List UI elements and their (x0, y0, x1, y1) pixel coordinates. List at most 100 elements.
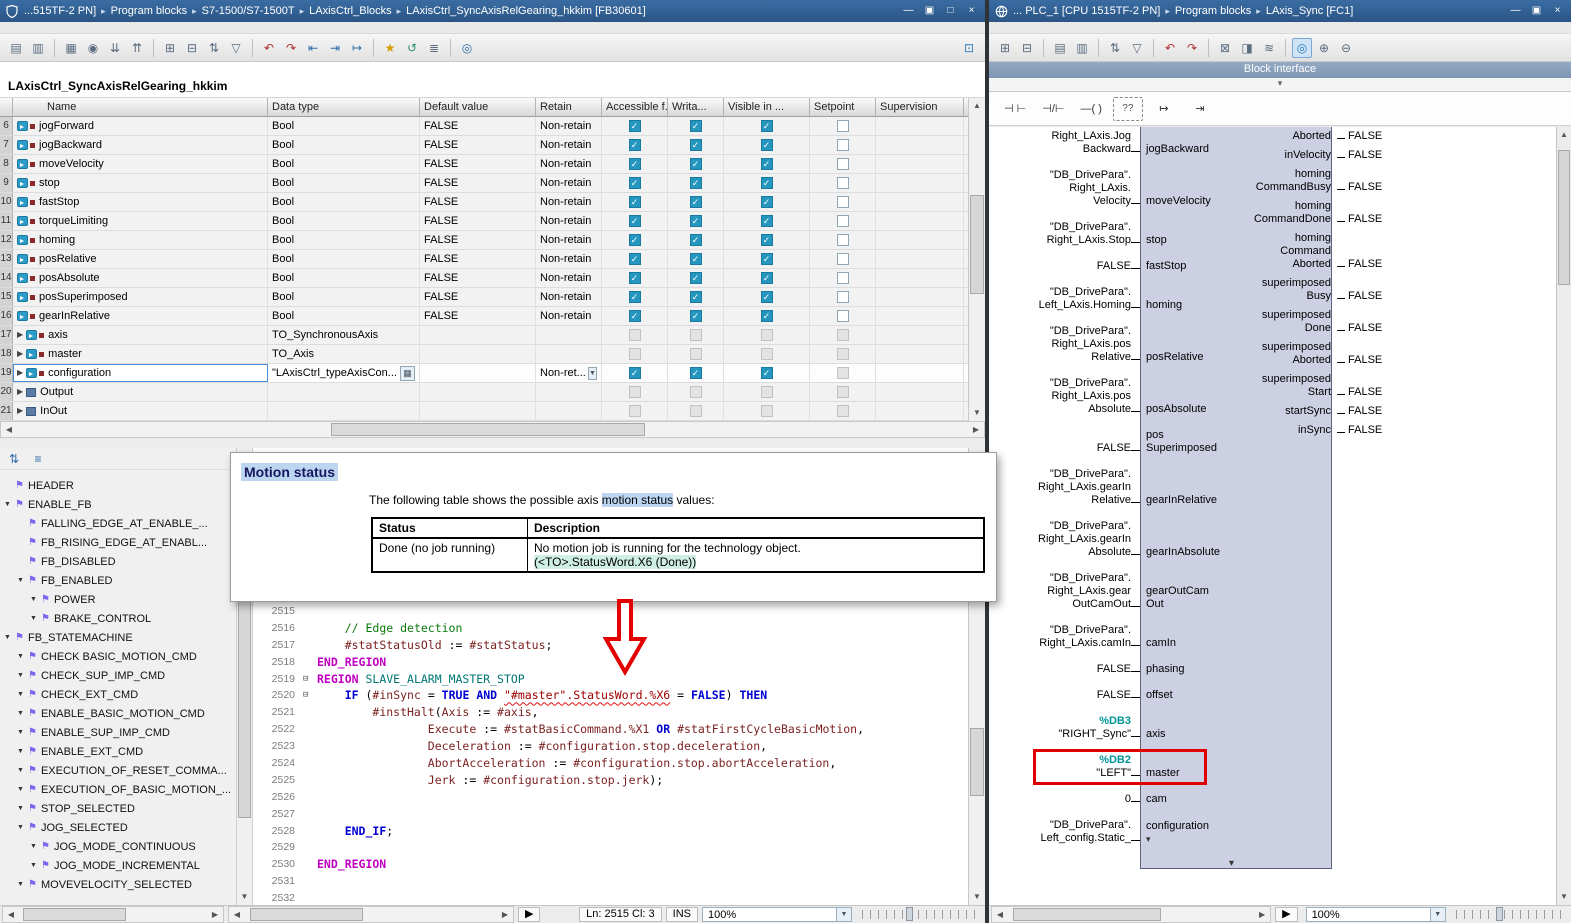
collapse-icon[interactable]: ▼ (17, 653, 28, 660)
input-operand[interactable]: "DB_DrivePara".Right_LAxis.gearInAbsolut… (989, 520, 1131, 559)
contact-no-button[interactable]: ⊣ ⊢ (999, 97, 1031, 121)
filter-button[interactable]: ▽ (1127, 38, 1147, 58)
accessible-checkbox[interactable]: ✓ (629, 177, 641, 189)
input-operand[interactable]: Right_LAxis.JogBackward (989, 130, 1131, 156)
input-operand[interactable]: "DB_DrivePara".Right_LAxis.gearInRelativ… (989, 468, 1131, 507)
writable-checkbox[interactable]: ✓ (690, 139, 702, 151)
expand-icon[interactable]: ▶ (17, 345, 23, 363)
column-header[interactable]: Supervision (876, 98, 964, 117)
fbd-output-row[interactable]: AbortedFALSE (1140, 130, 1389, 143)
zoom-in-button[interactable]: ⊕ (1314, 38, 1334, 58)
expand-icon[interactable]: ▶ (17, 326, 23, 344)
close-branch-button[interactable]: ⇥ (1185, 97, 1215, 121)
tree-item[interactable]: ⚑HEADER (0, 476, 236, 495)
input-operand[interactable]: 0 (989, 793, 1131, 806)
chevron-down-icon[interactable]: ▾ (1146, 834, 1151, 844)
input-operand[interactable]: "DB_DrivePara".Right_LAxis.posAbsolute (989, 377, 1131, 416)
input-operand[interactable]: "DB_DrivePara".Right_LAxis.posRelative (989, 325, 1131, 364)
setpoint-checkbox[interactable] (837, 196, 849, 208)
absolute-operands-button[interactable]: ⊠ (1215, 38, 1235, 58)
output-value[interactable]: FALSE (1345, 149, 1389, 162)
setpoint-checkbox[interactable] (837, 120, 849, 132)
accessible-checkbox[interactable]: ✓ (629, 196, 641, 208)
writable-checkbox[interactable]: ✓ (690, 196, 702, 208)
zoom-out-button[interactable]: ⊖ (1336, 38, 1356, 58)
table-row[interactable]: 7jogBackwardBoolFALSENon-retain✓✓✓ (0, 136, 968, 155)
accessible-checkbox[interactable]: ✓ (629, 139, 641, 151)
column-header[interactable]: Writa... (668, 98, 724, 117)
tree-item[interactable]: ▼⚑CHECK_SUP_IMP_CMD (0, 666, 236, 685)
fbd-input-row[interactable]: "DB_DrivePara".Right_LAxis.gearInAbsolut… (989, 520, 1332, 559)
fbd-input-row[interactable]: 0cam (989, 793, 1332, 806)
tree-item[interactable]: ⚑FALLING_EDGE_AT_ENABLE_... (0, 514, 236, 533)
column-header[interactable]: Setpoint (810, 98, 876, 117)
chevron-down-icon[interactable]: ▼ (1430, 908, 1445, 921)
sort-order-icon[interactable]: ⇅ (4, 449, 24, 469)
redo-button[interactable]: ↷ (1182, 38, 1202, 58)
tree-item[interactable]: ▼⚑ENABLE_FB (0, 495, 236, 514)
breadcrumb-item[interactable]: LAxis_Sync [FC1] (1266, 5, 1353, 17)
close-all-networks-button[interactable]: ⊟ (1017, 38, 1037, 58)
input-operand[interactable]: "DB_DrivePara".Right_LAxis.gearOutCamOut (989, 572, 1131, 611)
undo-button[interactable]: ↶ (1160, 38, 1180, 58)
zoom-select[interactable]: 100% ▼ (1306, 907, 1446, 922)
accessible-checkbox[interactable]: ✓ (629, 253, 641, 265)
float-button[interactable]: □ (941, 3, 960, 19)
sort-button[interactable]: ⇅ (204, 38, 224, 58)
visible-checkbox[interactable]: ✓ (761, 215, 773, 227)
fbd-input-row[interactable]: "DB_DrivePara".Right_LAxis.gearInRelativ… (989, 468, 1332, 507)
setpoint-checkbox[interactable] (837, 310, 849, 322)
breadcrumb-item[interactable]: S7-1500/S7-1500T (202, 5, 295, 17)
restore-button[interactable]: ▣ (920, 3, 939, 19)
table-row[interactable]: 21▶InOut (0, 402, 968, 421)
delete-network-button[interactable]: ▥ (1072, 38, 1092, 58)
collapse-icon[interactable]: ▼ (30, 596, 41, 603)
tree-item[interactable]: ⚑FB_RISING_EDGE_AT_ENABL... (0, 533, 236, 552)
visible-checkbox[interactable]: ✓ (761, 291, 773, 303)
tree-item[interactable]: ▼⚑FB_STATEMACHINE (0, 628, 236, 647)
fold-marker[interactable]: ⊟ (303, 687, 317, 704)
tree-item[interactable]: ▼⚑ENABLE_SUP_IMP_CMD (0, 723, 236, 742)
column-header[interactable]: Retain (536, 98, 602, 117)
visible-checkbox[interactable]: ✓ (761, 196, 773, 208)
collapse-icon[interactable]: ▼ (30, 843, 41, 850)
tree-item[interactable]: ▼⚑MOVEVELOCITY_SELECTED (0, 875, 236, 894)
collapse-icon[interactable]: ▼ (17, 710, 28, 717)
collapse-icon[interactable]: ▼ (17, 729, 28, 736)
output-value[interactable]: FALSE (1345, 424, 1389, 437)
accessible-checkbox[interactable]: ✓ (629, 310, 641, 322)
open-all-networks-button[interactable]: ⊞ (995, 38, 1015, 58)
writable-checkbox[interactable]: ✓ (690, 215, 702, 227)
input-operand[interactable]: %DB2"LEFT" (989, 754, 1131, 780)
column-header[interactable]: Accessible f... (602, 98, 668, 117)
jump-to-definition-button[interactable]: ↦ (347, 38, 367, 58)
fbd-input-row[interactable]: FALSEphasing (989, 663, 1332, 676)
table-row[interactable]: 11torqueLimitingBoolFALSENon-retain✓✓✓ (0, 212, 968, 231)
visible-checkbox[interactable]: ✓ (761, 139, 773, 151)
zoom-slider[interactable] (1456, 910, 1563, 919)
settings-button[interactable]: ≣ (424, 38, 444, 58)
fbd-output-row[interactable]: superimposedStartFALSE (1140, 373, 1389, 399)
tree-item[interactable]: ▼⚑CHECK_EXT_CMD (0, 685, 236, 704)
table-row[interactable]: 6jogForwardBoolFALSENon-retain✓✓✓ (0, 117, 968, 136)
favorites-button[interactable]: ★ (380, 38, 400, 58)
collapse-icon[interactable]: ▼ (17, 805, 28, 812)
collapse-icon[interactable]: ▼ (30, 862, 41, 869)
goto-previous-button[interactable]: ⇤ (303, 38, 323, 58)
collapse-icon[interactable]: ▼ (4, 501, 15, 508)
collapse-icon[interactable]: ▼ (17, 786, 28, 793)
table-horizontal-scrollbar[interactable]: ◀ ▶ (0, 421, 985, 438)
writable-checkbox[interactable]: ✓ (690, 272, 702, 284)
table-row[interactable]: 13posRelativeBoolFALSENon-retain✓✓✓ (0, 250, 968, 269)
open-branch-button[interactable]: ↦ (1149, 97, 1179, 121)
visible-checkbox[interactable]: ✓ (761, 367, 773, 379)
expand-icon[interactable]: ▶ (17, 364, 23, 382)
scroll-left-icon[interactable]: ◀ (1, 425, 17, 434)
writable-checkbox[interactable]: ✓ (690, 291, 702, 303)
expand-scroll-button[interactable]: ▶ (518, 907, 540, 922)
accessible-checkbox[interactable]: ✓ (629, 367, 641, 379)
fbd-input-row[interactable]: "DB_DrivePara".Right_LAxis.camIncamIn (989, 624, 1332, 650)
table-row[interactable]: 14posAbsoluteBoolFALSENon-retain✓✓✓ (0, 269, 968, 288)
output-value[interactable]: FALSE (1345, 354, 1389, 367)
column-header[interactable]: Default value (420, 98, 536, 117)
